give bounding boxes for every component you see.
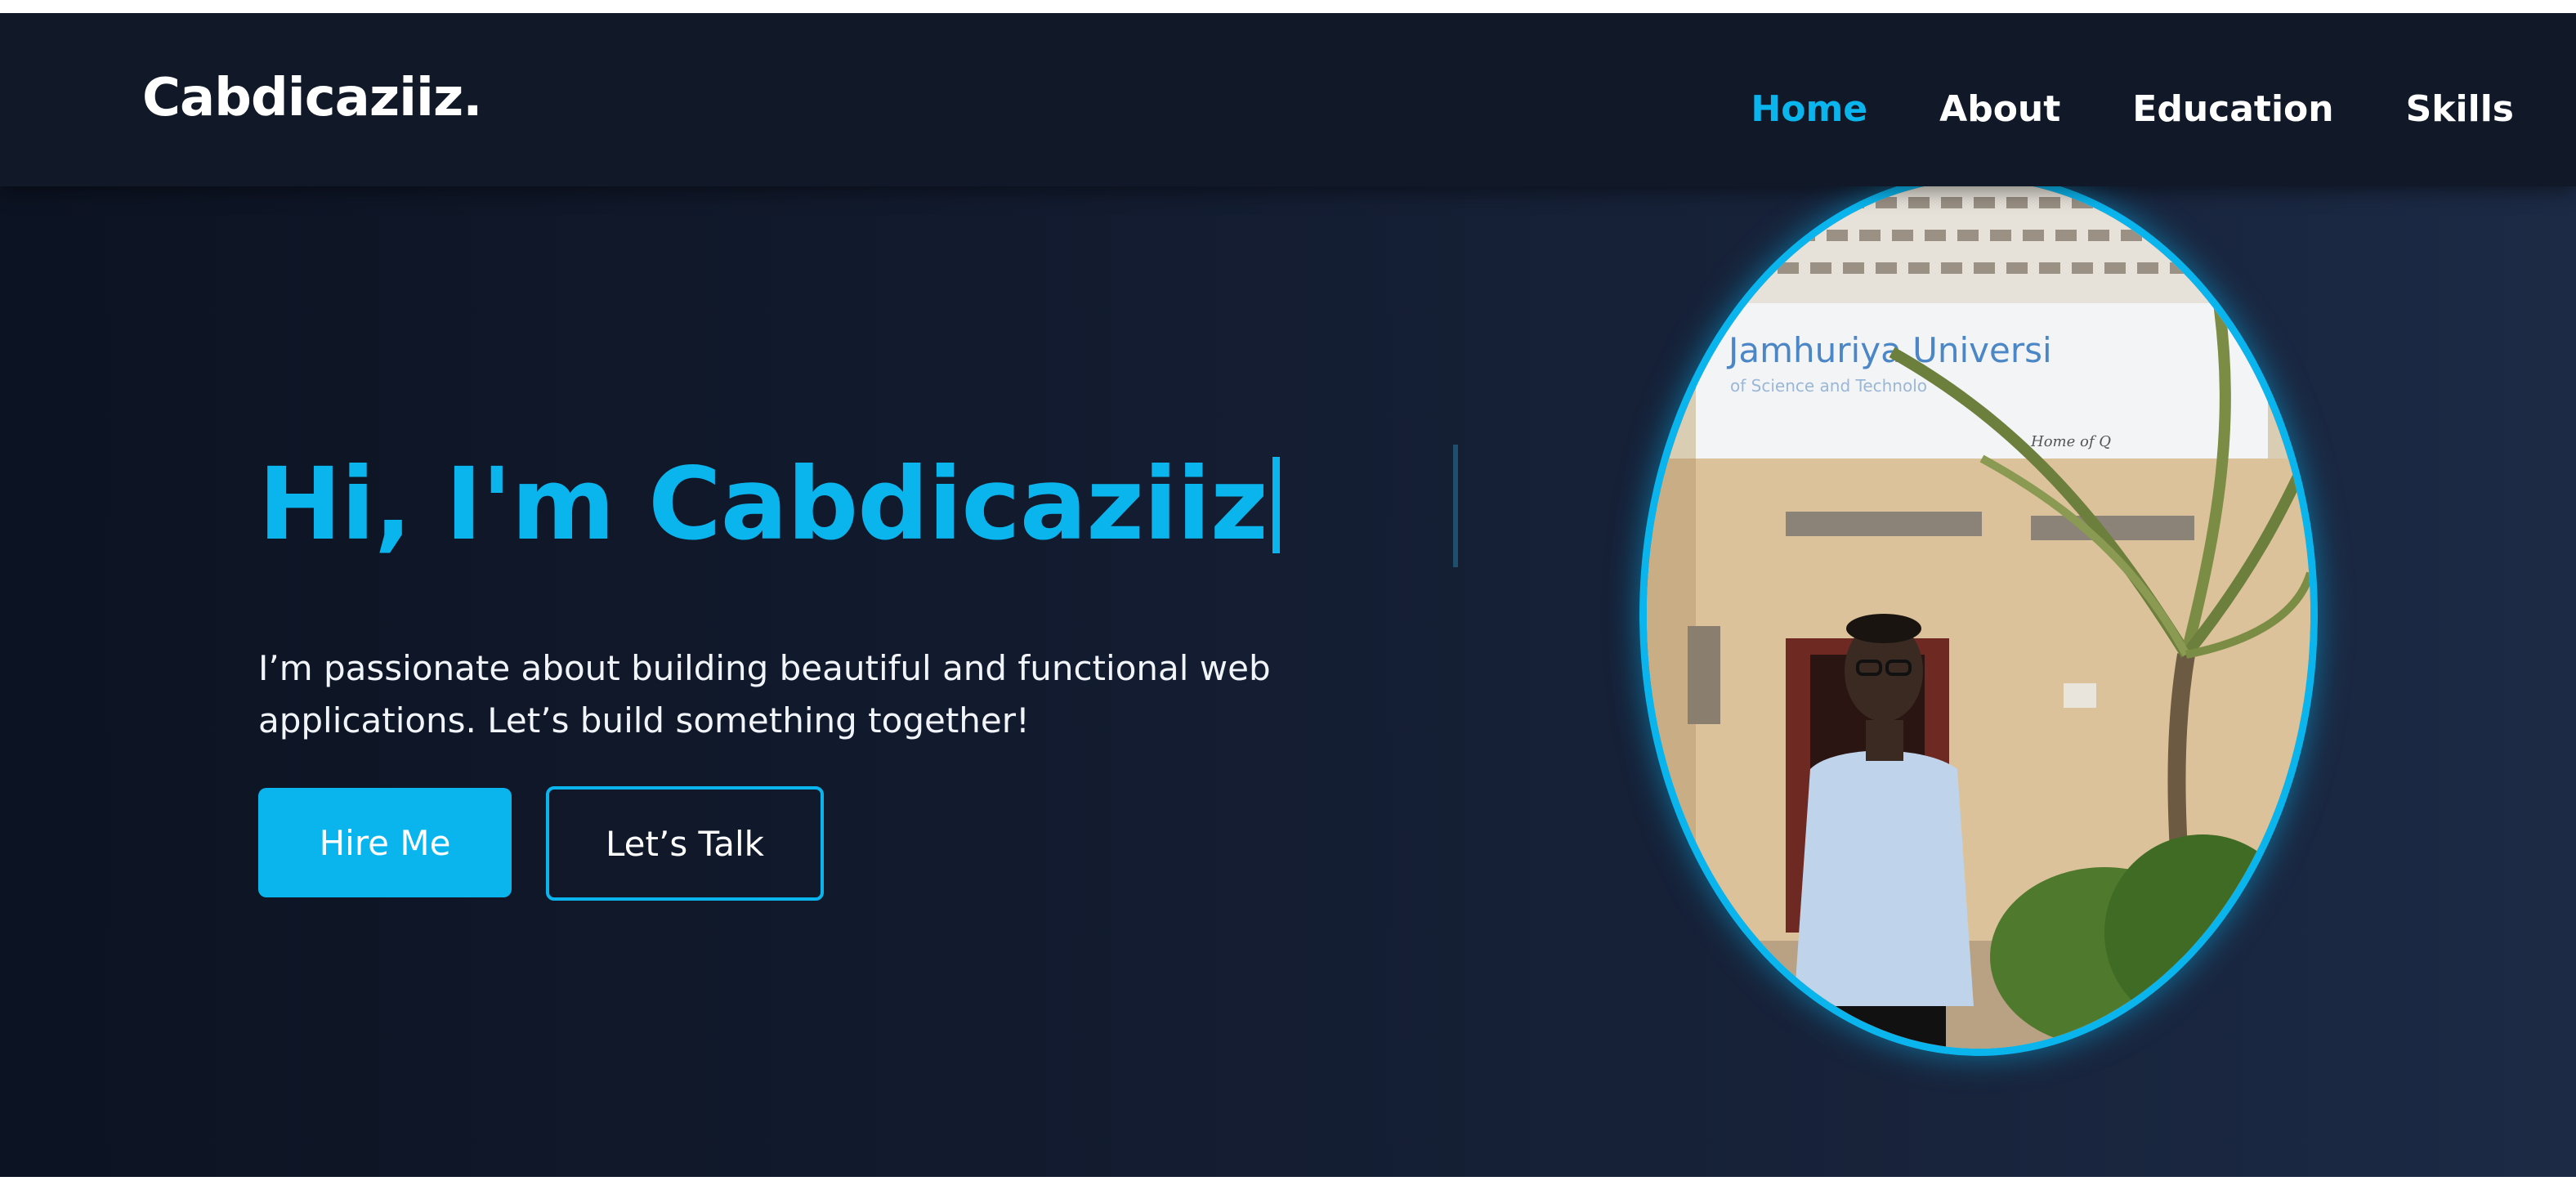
nav-link-education[interactable]: Education — [2132, 92, 2333, 127]
hero-description: I’m passionate about building beautiful … — [258, 648, 1271, 740]
sign-motto: Home of Q — [2030, 433, 2111, 450]
page: Cabdicaziiz. Home About Education Skills… — [0, 13, 2576, 1177]
site-logo[interactable]: Cabdicaziiz. — [142, 72, 483, 124]
navbar: Cabdicaziiz. Home About Education Skills — [0, 13, 2576, 186]
hero-title-text: Hi, I'm Cabdicaziiz — [258, 446, 1268, 562]
profile-photo-illustration: Jamhuriya Universi of Science and Techno… — [1647, 181, 2310, 1049]
nav-link-about[interactable]: About — [1939, 92, 2060, 127]
nav-links: Home About Education Skills — [1751, 92, 2514, 127]
decorative-divider — [1453, 445, 1458, 567]
sign-text: Jamhuriya Universi — [1726, 330, 2052, 370]
nav-link-home[interactable]: Home — [1751, 92, 1867, 127]
hero-title: Hi, I'm Cabdicaziiz — [258, 454, 1280, 554]
sign-subtext: of Science and Technolo — [1730, 376, 1927, 396]
lets-talk-button[interactable]: Let’s Talk — [546, 786, 824, 901]
profile-photo: Jamhuriya Universi of Science and Techno… — [1639, 173, 2318, 1056]
nav-link-skills[interactable]: Skills — [2406, 92, 2514, 127]
typing-cursor — [1272, 457, 1280, 553]
hire-me-button[interactable]: Hire Me — [258, 788, 512, 897]
